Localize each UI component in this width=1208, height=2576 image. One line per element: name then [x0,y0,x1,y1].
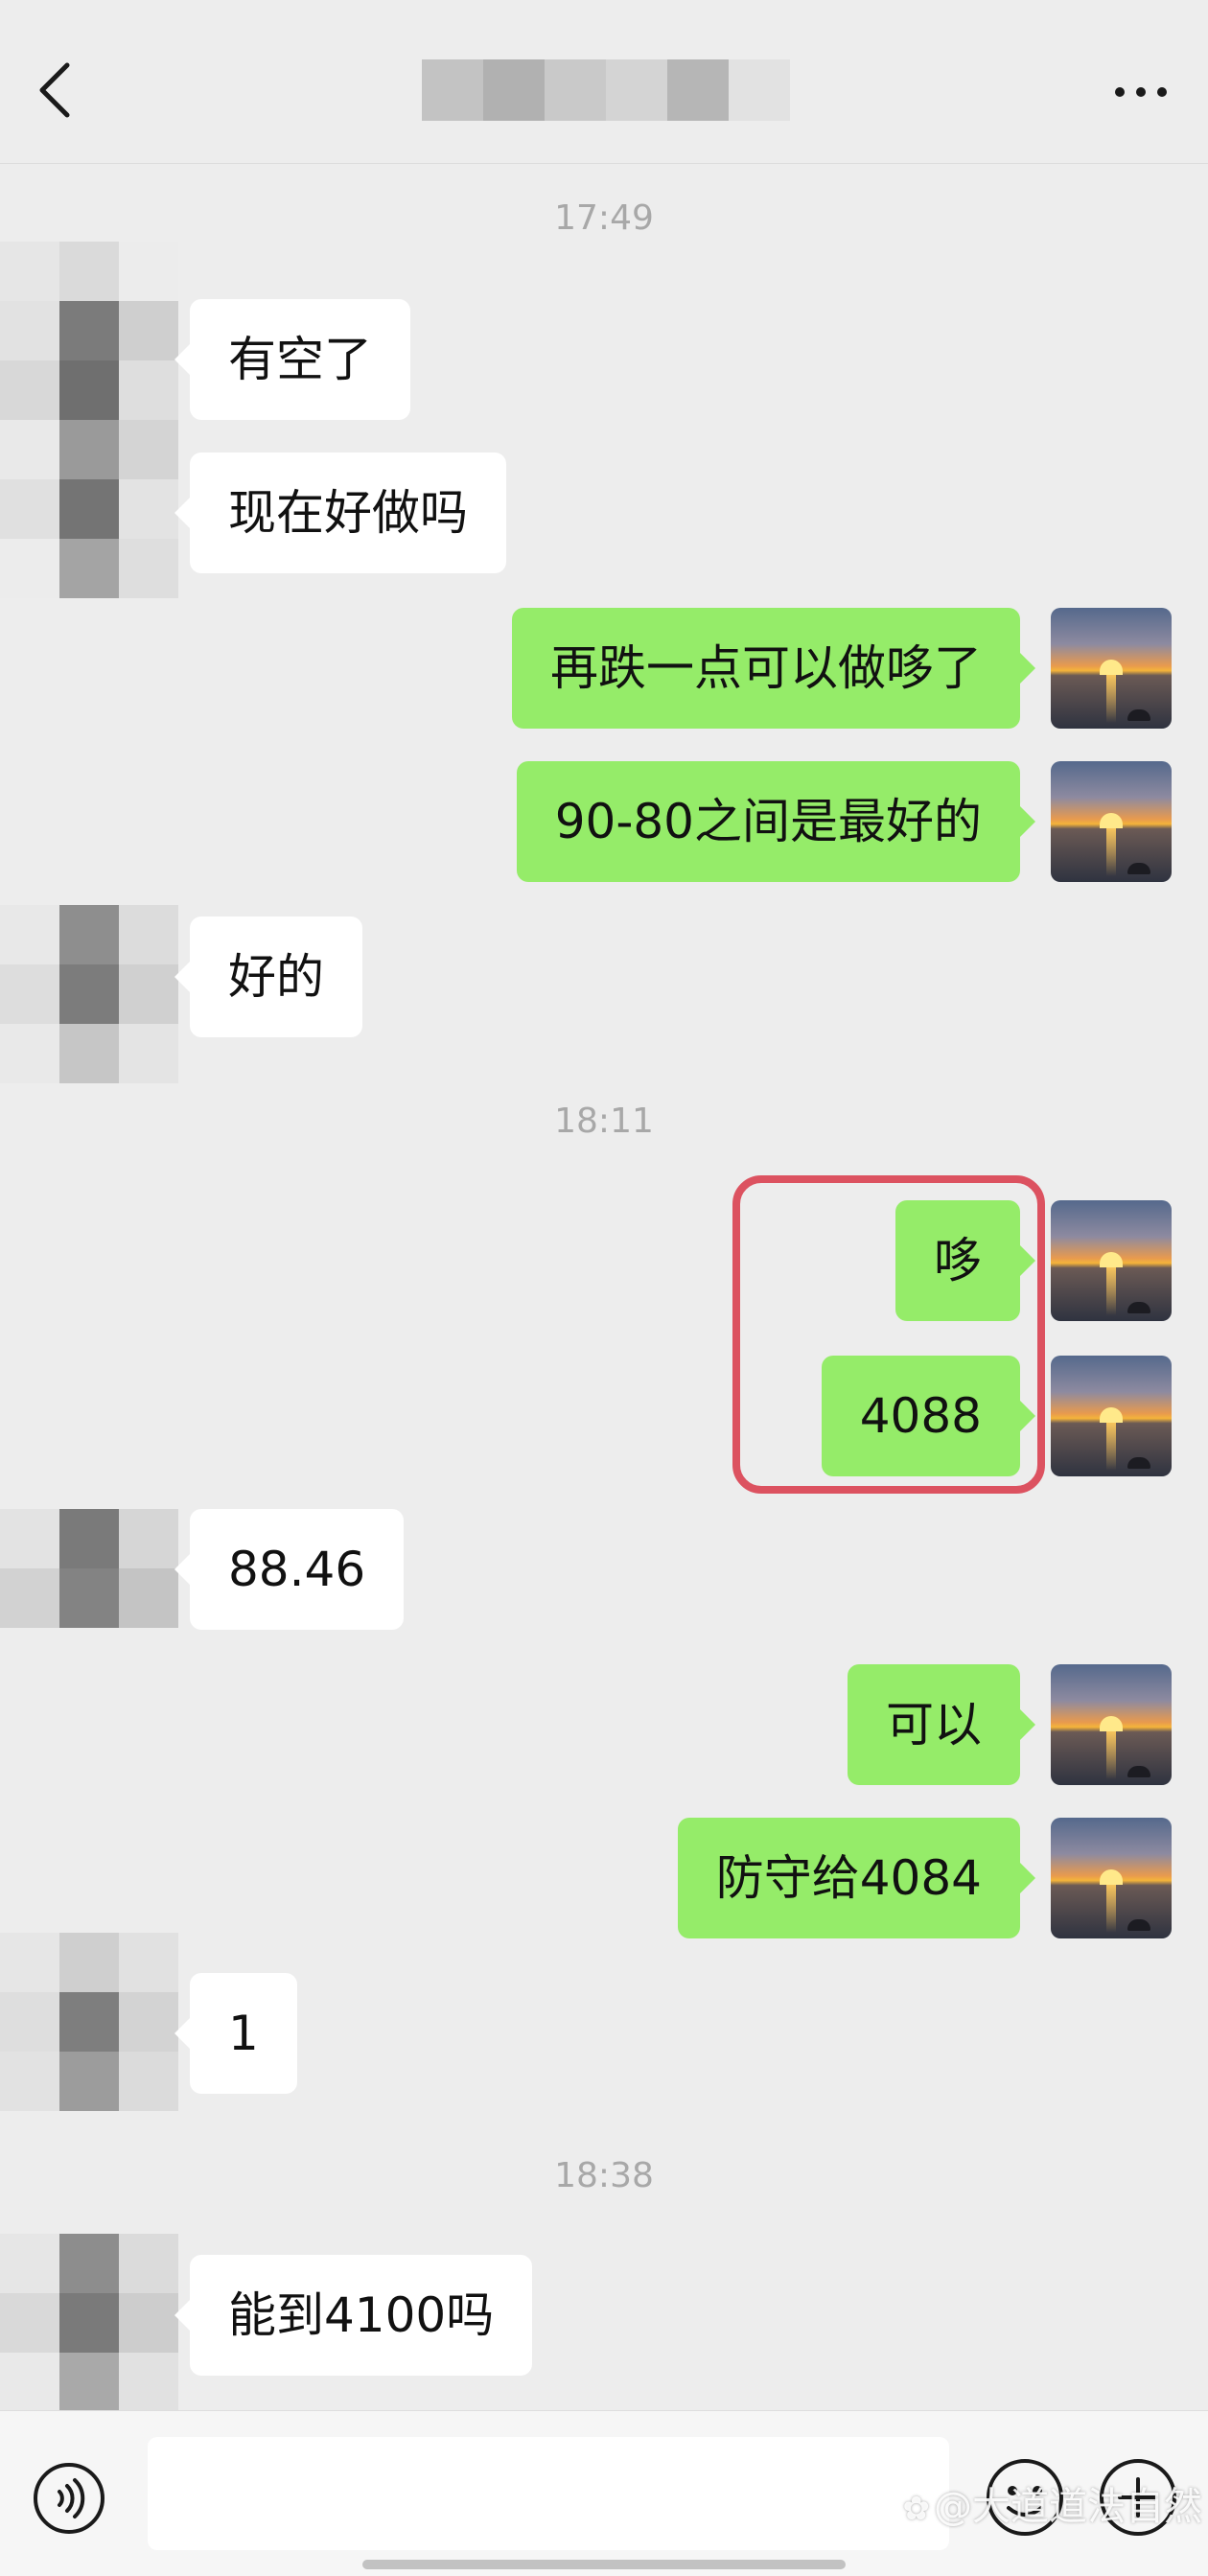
user-avatar[interactable] [1051,608,1172,729]
message-bubble-received[interactable]: 现在好做吗 [174,453,506,573]
message-bubble-sent[interactable]: 90-80之间是最好的 [516,761,1036,882]
message-bubble-sent[interactable]: 可以 [848,1664,1035,1785]
timestamp: 18:11 [554,1102,654,1141]
message-bubble-sent[interactable]: 再跌一点可以做哆了 [512,608,1035,729]
user-avatar[interactable] [1051,1664,1172,1785]
watermark-logo-icon: ✿ [902,2490,931,2528]
contact-avatar[interactable] [0,2234,178,2412]
message-input[interactable] [148,2437,949,2550]
user-avatar[interactable] [1051,1200,1172,1321]
watermark: ✿ @大道道法自然 [867,2483,1203,2533]
home-indicator [362,2560,846,2569]
contact-name-blurred [422,59,790,121]
message-bubble-sent[interactable]: 4088 [821,1356,1036,1476]
message-bubble-received[interactable]: 能到4100吗 [174,2255,533,2376]
message-bubble-received[interactable]: 有空了 [174,299,410,420]
user-avatar[interactable] [1051,761,1172,882]
message-bubble-received[interactable]: 1 [174,1973,297,2094]
message-bubble-received[interactable]: 好的 [174,917,362,1037]
contact-avatar[interactable] [0,905,178,1083]
contact-avatar[interactable] [0,1933,178,2111]
message-bubble-sent[interactable]: 防守给4084 [677,1818,1036,1938]
voice-icon[interactable] [31,2460,107,2537]
user-avatar[interactable] [1051,1356,1172,1476]
user-avatar[interactable] [1051,1818,1172,1938]
timestamp: 17:49 [554,198,654,238]
timestamp: 18:38 [554,2156,654,2195]
message-bubble-received[interactable]: 88.46 [174,1509,405,1630]
contact-avatar[interactable] [0,1509,178,1628]
watermark-text: @大道道法自然 [934,2485,1202,2529]
chat-header [0,0,1208,164]
more-dots-icon[interactable] [1112,79,1170,105]
contact-avatar[interactable] [0,242,178,598]
chevron-left-icon[interactable] [35,59,77,121]
message-bubble-sent[interactable]: 哆 [895,1200,1035,1321]
